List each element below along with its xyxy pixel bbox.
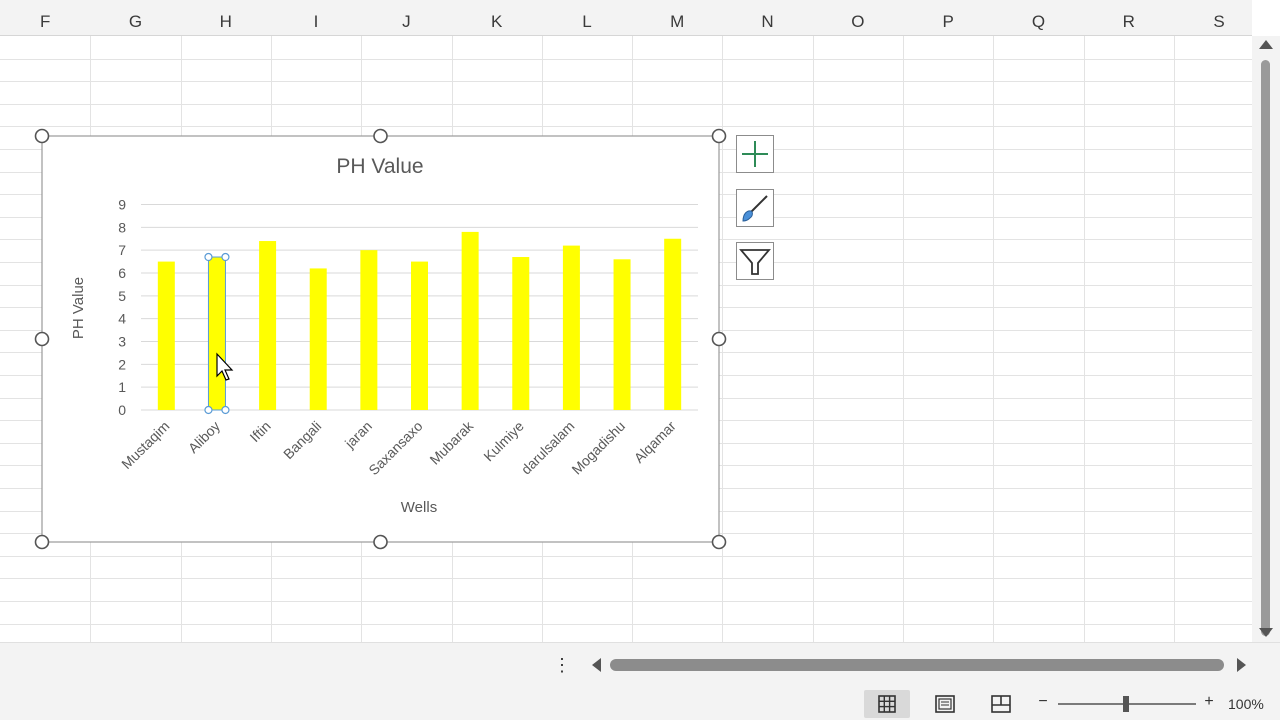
bar-alqamar[interactable] — [664, 238, 682, 410]
column-header-n[interactable]: N — [722, 0, 812, 36]
column-header-o[interactable]: O — [813, 0, 903, 36]
chart-resize-handle[interactable] — [711, 534, 727, 550]
bar-darulsalam[interactable] — [562, 245, 580, 410]
grid-row-line — [0, 556, 1252, 557]
vertical-scroll-thumb[interactable] — [1261, 60, 1270, 636]
page-break-preview-button[interactable] — [978, 690, 1024, 718]
y-tick-label: 6 — [118, 265, 126, 281]
zoom-in-button[interactable]: + — [1202, 692, 1216, 712]
y-tick-label: 8 — [118, 219, 126, 235]
grid-row-line — [0, 81, 1252, 82]
bar-kulmiye[interactable] — [512, 257, 530, 410]
column-header-q[interactable]: Q — [993, 0, 1083, 36]
bar-saxansaxo[interactable] — [411, 261, 428, 410]
status-bar: − + 100% — [0, 686, 1280, 720]
scroll-up-arrow-icon[interactable] — [1259, 40, 1273, 49]
sheet-options-more-icon[interactable]: ⋮ — [552, 653, 572, 677]
grid-row-line — [0, 578, 1252, 579]
column-header-l[interactable]: L — [542, 0, 632, 36]
scroll-left-arrow-icon[interactable] — [592, 658, 601, 672]
bar-aliboy[interactable] — [207, 256, 226, 411]
scroll-right-arrow-icon[interactable] — [1237, 658, 1246, 672]
y-tick-label: 5 — [118, 288, 126, 304]
paintbrush-icon — [742, 195, 768, 222]
y-tick-label: 9 — [118, 197, 126, 213]
chart-resize-handle[interactable] — [34, 534, 50, 550]
column-header-f[interactable]: F — [0, 0, 90, 36]
vertical-scrollbar[interactable] — [1252, 36, 1280, 642]
page-layout-icon — [935, 695, 955, 713]
y-tick-label: 2 — [118, 356, 126, 372]
chart-styles-button[interactable] — [736, 189, 774, 227]
horizontal-scroll-thumb[interactable] — [610, 659, 1224, 671]
chart-resize-handle[interactable] — [34, 128, 50, 144]
y-tick-label: 1 — [118, 379, 126, 395]
y-axis-title[interactable]: PH Value — [70, 277, 87, 339]
bar-bangali[interactable] — [309, 268, 327, 410]
grid-row-line — [0, 601, 1252, 602]
chart-title[interactable]: PH Value — [336, 155, 423, 178]
page-layout-view-button[interactable] — [922, 690, 968, 718]
grid-view-icon — [878, 695, 896, 713]
y-tick-label: 7 — [118, 242, 126, 258]
column-header-r[interactable]: R — [1084, 0, 1174, 36]
bar-selection-handle — [204, 405, 213, 415]
bar-mustaqim[interactable] — [157, 261, 175, 410]
chart-resize-handle[interactable] — [373, 128, 388, 144]
bar-selection-handle — [204, 252, 213, 262]
chart-resize-handle[interactable] — [711, 128, 727, 144]
y-tick-label: 0 — [118, 402, 126, 418]
chart-filters-button[interactable] — [736, 242, 774, 280]
bar-mogadishu[interactable] — [613, 259, 631, 410]
column-header-s[interactable]: S — [1174, 0, 1264, 36]
zoom-out-button[interactable]: − — [1036, 692, 1050, 712]
normal-view-button[interactable] — [864, 690, 910, 718]
column-header-i[interactable]: I — [271, 0, 361, 36]
column-header-k[interactable]: K — [452, 0, 542, 36]
scroll-down-arrow-icon[interactable] — [1259, 628, 1273, 637]
bar-selection-handle — [221, 252, 230, 262]
page-break-icon — [991, 695, 1011, 713]
chart-elements-button[interactable] — [736, 135, 774, 173]
bar-jaran[interactable] — [360, 250, 378, 410]
bar-selection-handle — [221, 405, 230, 415]
zoom-slider-thumb[interactable] — [1123, 696, 1129, 712]
grid-row-line — [0, 126, 1252, 127]
chart-resize-handle[interactable] — [711, 331, 727, 347]
column-header-j[interactable]: J — [361, 0, 451, 36]
grid-row-line — [0, 104, 1252, 105]
y-tick-label: 3 — [118, 334, 126, 350]
funnel-icon — [739, 249, 771, 275]
column-header-g[interactable]: G — [90, 0, 180, 36]
column-header-row: FGHIJKLMNOPQRS — [0, 0, 1252, 36]
bar-iftin[interactable] — [259, 241, 277, 410]
chart-resize-handle[interactable] — [373, 534, 388, 550]
grid-row-line — [0, 624, 1252, 625]
column-header-h[interactable]: H — [181, 0, 271, 36]
x-axis-title[interactable]: Wells — [401, 499, 437, 516]
plus-icon — [742, 141, 768, 167]
y-tick-label: 4 — [118, 311, 126, 327]
excel-window: FGHIJKLMNOPQRS ⋮ − + 100% 0 1 2 3 4 5 6 … — [0, 0, 1280, 720]
zoom-level-label[interactable]: 100% — [1228, 694, 1276, 714]
column-header-p[interactable]: P — [903, 0, 993, 36]
chart-resize-handle[interactable] — [34, 331, 50, 347]
bar-mubarak[interactable] — [461, 231, 479, 410]
sheet-bar: ⋮ — [0, 642, 1280, 686]
grid-row-line — [0, 59, 1252, 60]
column-header-m[interactable]: M — [632, 0, 722, 36]
